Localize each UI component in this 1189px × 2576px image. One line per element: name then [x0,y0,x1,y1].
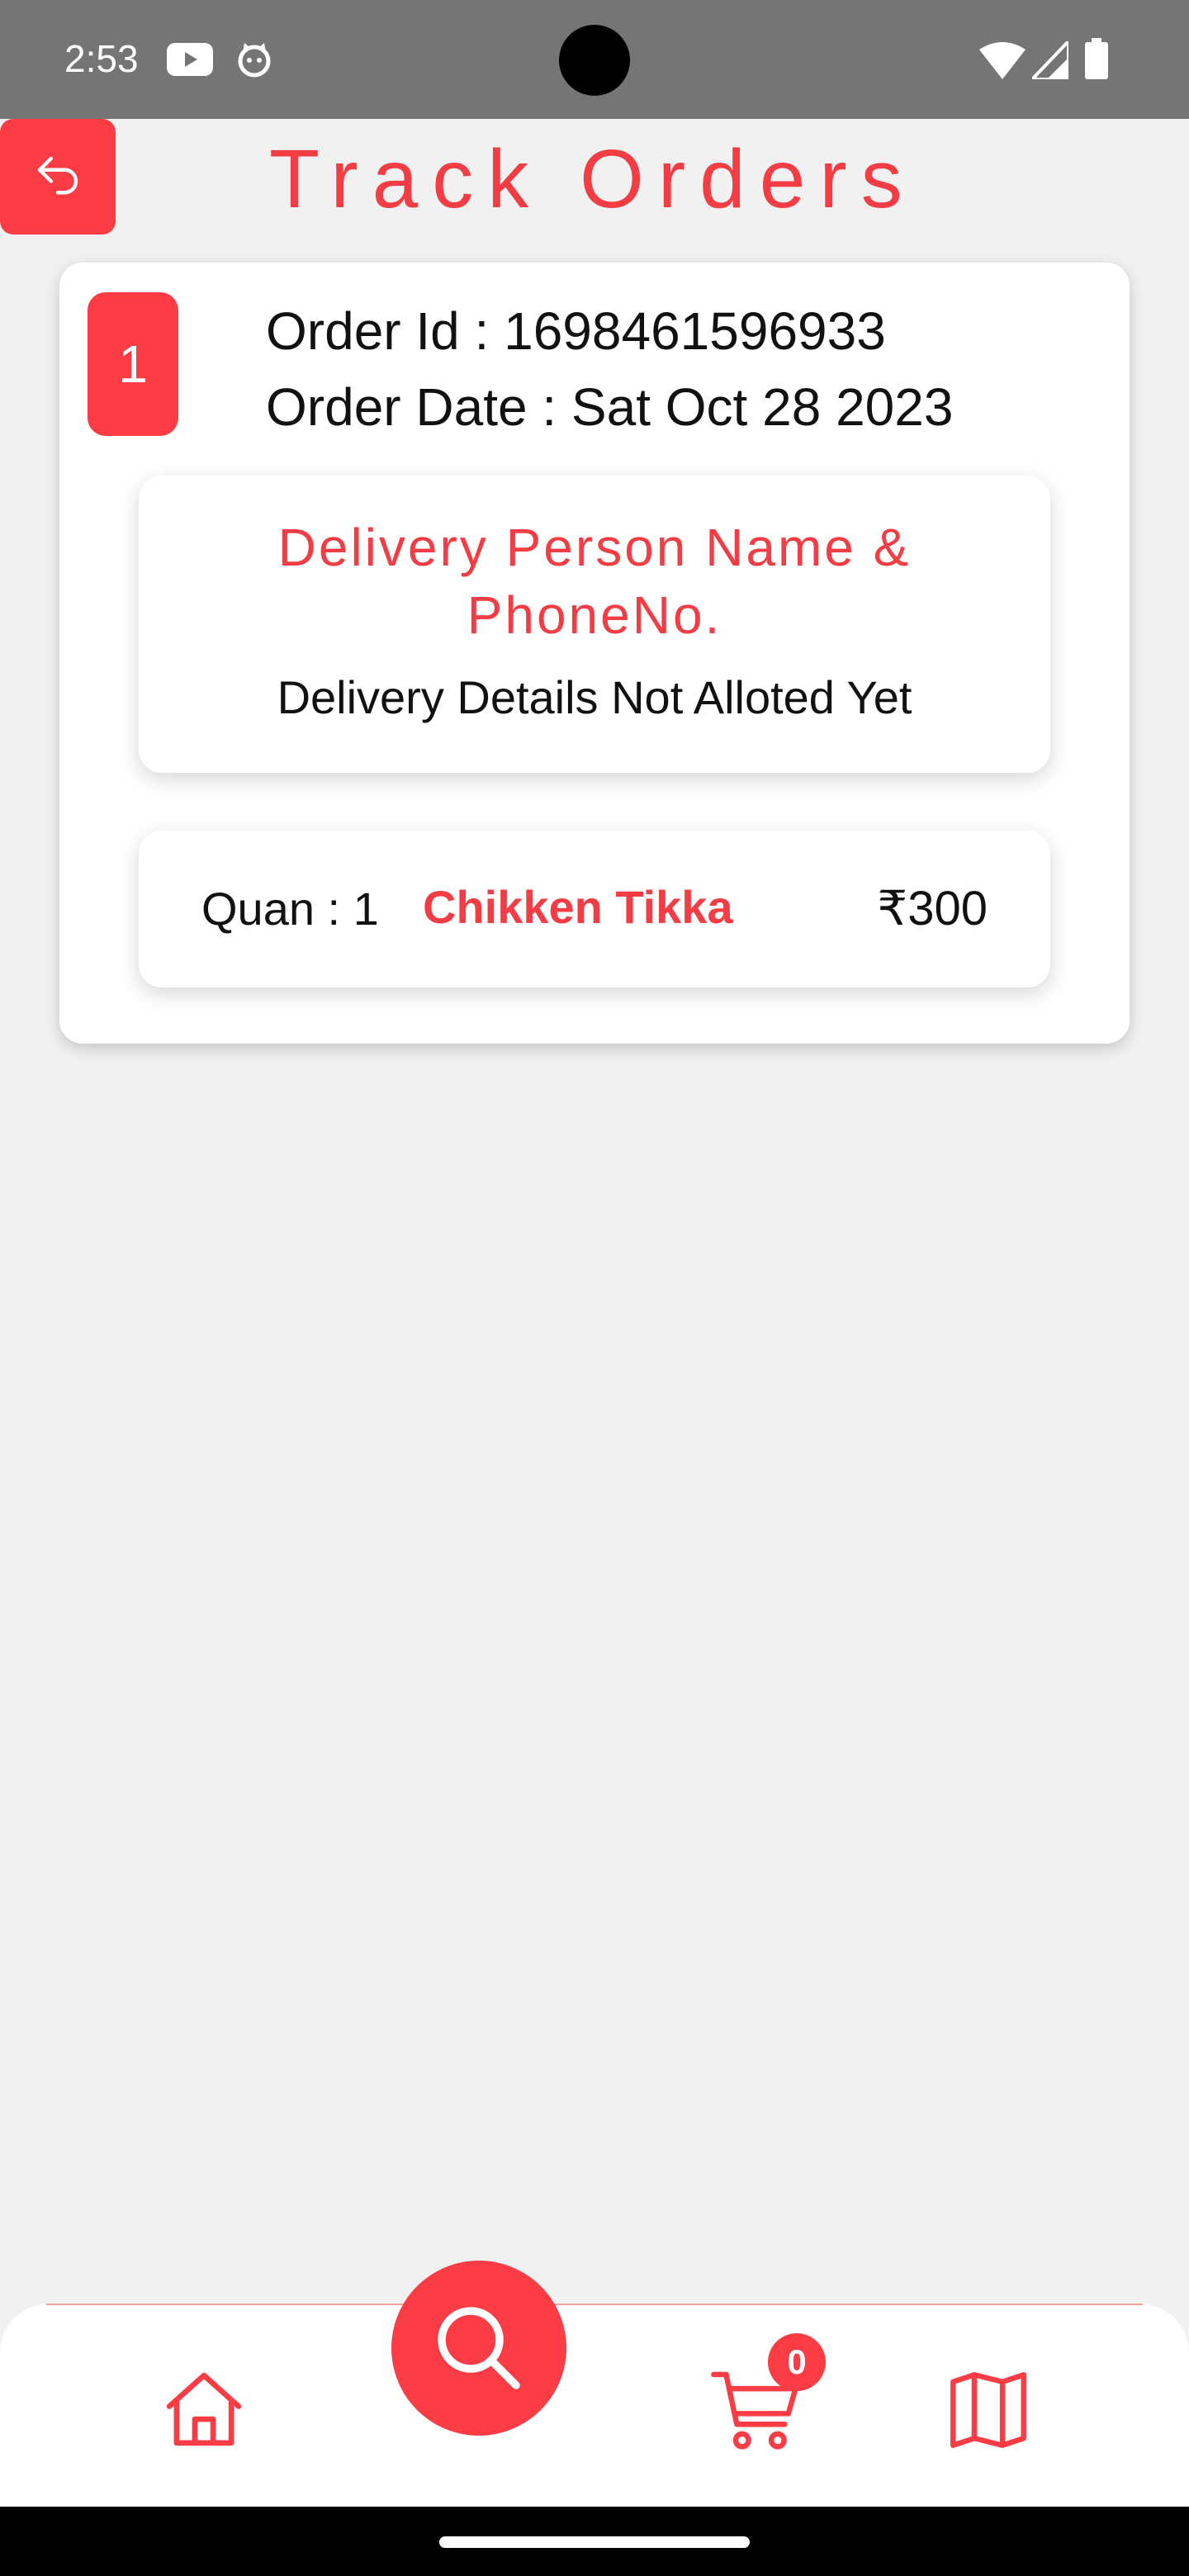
gesture-handle[interactable] [439,2536,750,2548]
cat-icon [238,43,271,78]
cart-count-badge: 0 [768,2333,826,2391]
order-card[interactable]: 1 Order Id : 1698461596933 Order Date : … [59,263,1130,1044]
search-button[interactable] [391,2261,566,2436]
bottom-nav-divider [46,2304,1143,2305]
search-icon [438,2307,520,2389]
gesture-navigation-bar [0,2507,1189,2576]
delivery-heading: Delivery Person Name & PhoneNo. [277,518,912,645]
signal-icon [1032,41,1068,79]
wifi-icon [979,42,1026,79]
item-price: ₹300 [877,882,988,935]
battery-icon [1085,38,1108,79]
youtube-icon [167,43,213,76]
bottom-nav [0,2304,1189,2507]
back-arrow-icon [37,156,78,195]
item-quantity: Quan : 1 [201,883,379,935]
item-name: Chikken Tikka [423,881,733,933]
back-button[interactable] [0,119,116,234]
order-item-row[interactable]: Quan : 1 Chikken Tikka ₹300 [139,831,1050,987]
home-icon[interactable] [160,2366,248,2454]
order-id: Order Id : 1698461596933 [266,301,886,361]
camera-cutout [559,25,630,96]
status-time: 2:53 [64,37,139,80]
page-title: Track Orders [269,133,917,225]
order-date: Order Date : Sat Oct 28 2023 [266,377,954,437]
status-bar: 2:53 [0,0,1189,119]
delivery-details-card: Delivery Person Name & PhoneNo. Delivery… [139,476,1050,773]
delivery-status: Delivery Details Not Alloted Yet [277,671,912,723]
map-icon[interactable] [950,2366,1027,2454]
order-index-badge: 1 [88,292,178,436]
